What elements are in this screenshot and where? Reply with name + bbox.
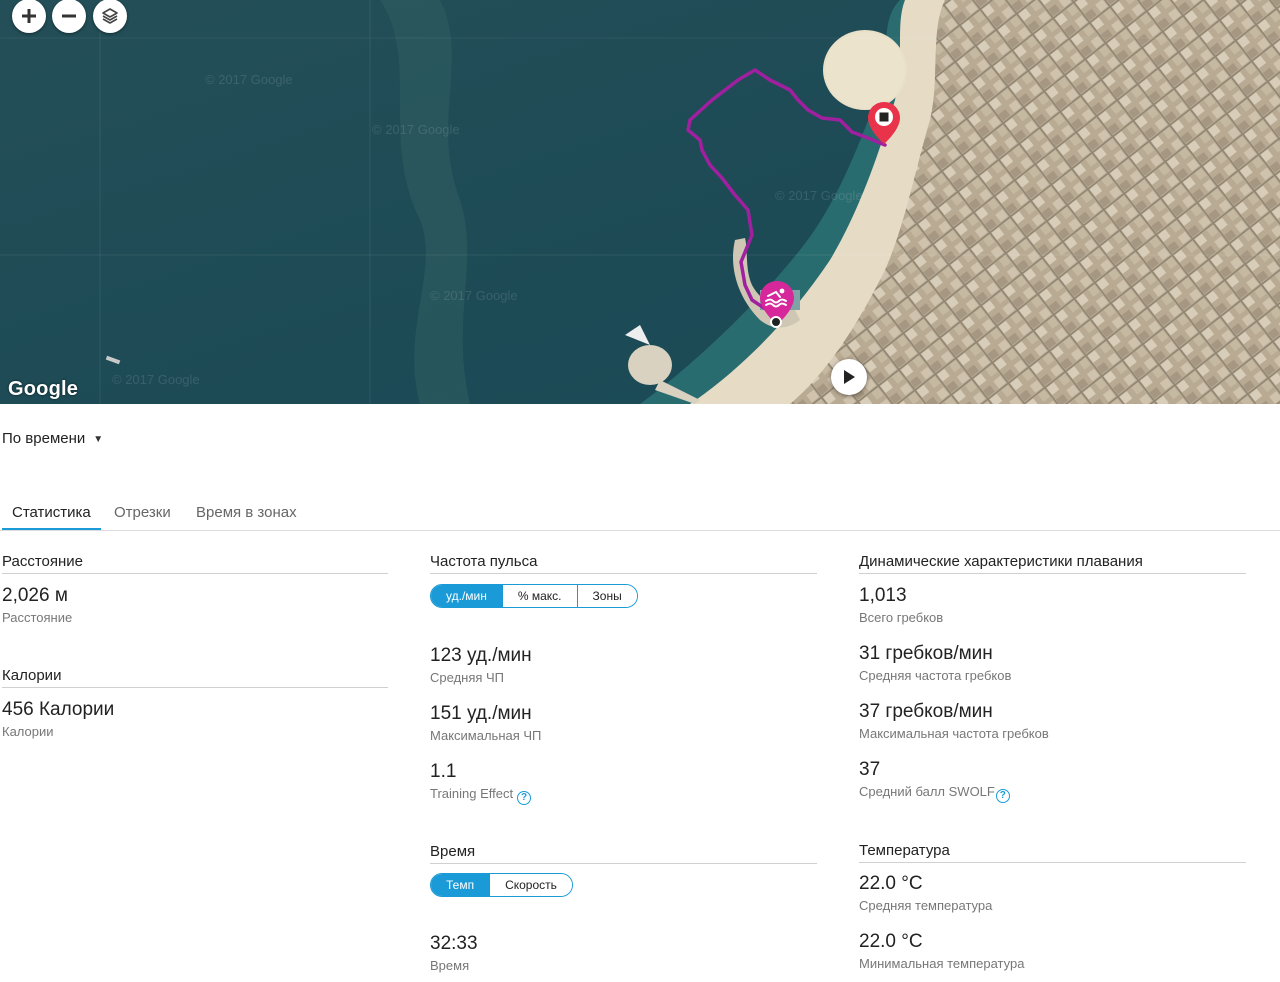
calories-section: Калории bbox=[2, 667, 388, 688]
google-logo: Google bbox=[8, 378, 79, 400]
avg-hr-value: 123 уд./мин bbox=[430, 645, 532, 666]
tab-time-in-zones[interactable]: Время в зонах bbox=[196, 504, 297, 529]
map-watermark: © 2017 Google bbox=[372, 122, 460, 137]
avg-temp-label: Средняя температура bbox=[859, 898, 993, 913]
max-stroke-rate-stat: 37 гребков/мин Максимальная частота греб… bbox=[859, 701, 1049, 741]
map-layers-button[interactable] bbox=[93, 0, 127, 33]
avg-stroke-rate-value: 31 гребков/мин bbox=[859, 643, 993, 664]
stop-icon bbox=[879, 112, 889, 122]
satellite-imagery bbox=[0, 0, 1280, 404]
training-effect-label: Training Effect bbox=[430, 786, 514, 801]
avg-stroke-rate-stat: 31 гребков/мин Средняя частота гребков bbox=[859, 643, 1011, 683]
min-temp-value: 22.0 °C bbox=[859, 931, 923, 952]
hr-unit-bpm[interactable]: уд./мин bbox=[431, 585, 502, 607]
time-value: 32:33 bbox=[430, 933, 478, 954]
calories-label: Калории bbox=[2, 724, 54, 739]
swolf-stat: 37 Средний балл SWOLF? bbox=[859, 759, 1010, 803]
total-strokes-stat: 1,013 Всего гребков bbox=[859, 585, 943, 625]
route-map[interactable]: © 2017 Google © 2017 Google © 2017 Googl… bbox=[0, 0, 1280, 404]
calories-value: 456 Калории bbox=[2, 699, 115, 720]
min-temp-stat: 22.0 °C Минимальная температура bbox=[859, 931, 1024, 971]
help-icon[interactable]: ? bbox=[517, 790, 532, 805]
distance-section: Расстояние bbox=[2, 553, 388, 574]
hr-unit-percent-max[interactable]: % макс. bbox=[501, 585, 577, 607]
time-mode-pace[interactable]: Темп bbox=[431, 874, 490, 896]
map-watermark: © 2017 Google bbox=[430, 288, 518, 303]
avg-hr-stat: 123 уд./мин Средняя ЧП bbox=[430, 645, 532, 685]
max-hr-value: 151 уд./мин bbox=[430, 703, 532, 724]
map-watermark: © 2017 Google bbox=[775, 188, 863, 203]
max-stroke-rate-label: Максимальная частота гребков bbox=[859, 726, 1049, 741]
swolf-label-row: Средний балл SWOLF? bbox=[859, 784, 1010, 803]
plus-icon bbox=[22, 9, 36, 23]
x-axis-dropdown-value: По времени bbox=[2, 430, 86, 447]
x-axis-dropdown[interactable]: По времени ▼ bbox=[2, 430, 103, 447]
play-icon bbox=[844, 370, 855, 384]
play-button[interactable] bbox=[831, 359, 867, 395]
tab-statistics[interactable]: Статистика bbox=[2, 504, 101, 530]
distance-value: 2,026 м bbox=[2, 585, 68, 606]
map-watermark: © 2017 Google bbox=[112, 372, 200, 387]
max-stroke-rate-value: 37 гребков/мин bbox=[859, 701, 993, 722]
swolf-value: 37 bbox=[859, 759, 881, 780]
tab-laps[interactable]: Отрезки bbox=[114, 504, 171, 529]
stats-tabs: Статистика Отрезки Время в зонах bbox=[0, 500, 1280, 531]
caret-down-icon: ▼ bbox=[93, 434, 104, 445]
temperature-title: Температура bbox=[859, 842, 1246, 863]
time-title: Время bbox=[430, 843, 817, 864]
time-section: Время bbox=[430, 843, 817, 864]
zoom-in-button[interactable] bbox=[12, 0, 46, 33]
minus-icon bbox=[62, 14, 76, 18]
total-strokes-value: 1,013 bbox=[859, 585, 907, 606]
temperature-section: Температура bbox=[859, 842, 1246, 863]
max-hr-stat: 151 уд./мин Максимальная ЧП bbox=[430, 703, 541, 743]
max-hr-label: Максимальная ЧП bbox=[430, 728, 542, 743]
swim-dynamics-section: Динамические характеристики плавания bbox=[859, 553, 1246, 574]
training-effect-label-row: Training Effect? bbox=[430, 786, 532, 805]
heart-rate-unit-toggle: уд./мин % макс. Зоны bbox=[430, 584, 638, 608]
total-strokes-label: Всего гребков bbox=[859, 610, 944, 625]
time-mode-toggle: Темп Скорость bbox=[430, 873, 573, 897]
map-watermark: © 2017 Google bbox=[205, 72, 293, 87]
heart-rate-title: Частота пульса bbox=[430, 553, 817, 574]
avg-temp-stat: 22.0 °C Средняя температура bbox=[859, 873, 992, 913]
avg-hr-label: Средняя ЧП bbox=[430, 670, 505, 685]
layers-icon bbox=[102, 8, 118, 24]
training-effect-value: 1.1 bbox=[430, 761, 457, 782]
avg-stroke-rate-label: Средняя частота гребков bbox=[859, 668, 1012, 683]
hr-unit-zones[interactable]: Зоны bbox=[576, 585, 637, 607]
distance-label: Расстояние bbox=[2, 610, 73, 625]
min-temp-label: Минимальная температура bbox=[859, 956, 1025, 971]
avg-temp-value: 22.0 °C bbox=[859, 873, 923, 894]
distance-title: Расстояние bbox=[2, 553, 388, 574]
calories-stat: 456 Калории Калории bbox=[2, 699, 114, 739]
distance-stat: 2,026 м Расстояние bbox=[2, 585, 72, 625]
heart-rate-section: Частота пульса bbox=[430, 553, 817, 574]
start-point-dot bbox=[770, 316, 782, 328]
time-mode-speed[interactable]: Скорость bbox=[489, 874, 572, 896]
swim-dynamics-title: Динамические характеристики плавания bbox=[859, 553, 1246, 574]
end-marker[interactable] bbox=[866, 100, 902, 146]
time-stat: 32:33 Время bbox=[430, 933, 478, 973]
calories-title: Калории bbox=[2, 667, 388, 688]
help-icon[interactable]: ? bbox=[995, 788, 1010, 803]
time-label: Время bbox=[430, 958, 470, 973]
zoom-out-button[interactable] bbox=[52, 0, 86, 33]
training-effect-stat: 1.1 Training Effect? bbox=[430, 761, 532, 805]
swolf-label: Средний балл SWOLF bbox=[859, 784, 995, 799]
